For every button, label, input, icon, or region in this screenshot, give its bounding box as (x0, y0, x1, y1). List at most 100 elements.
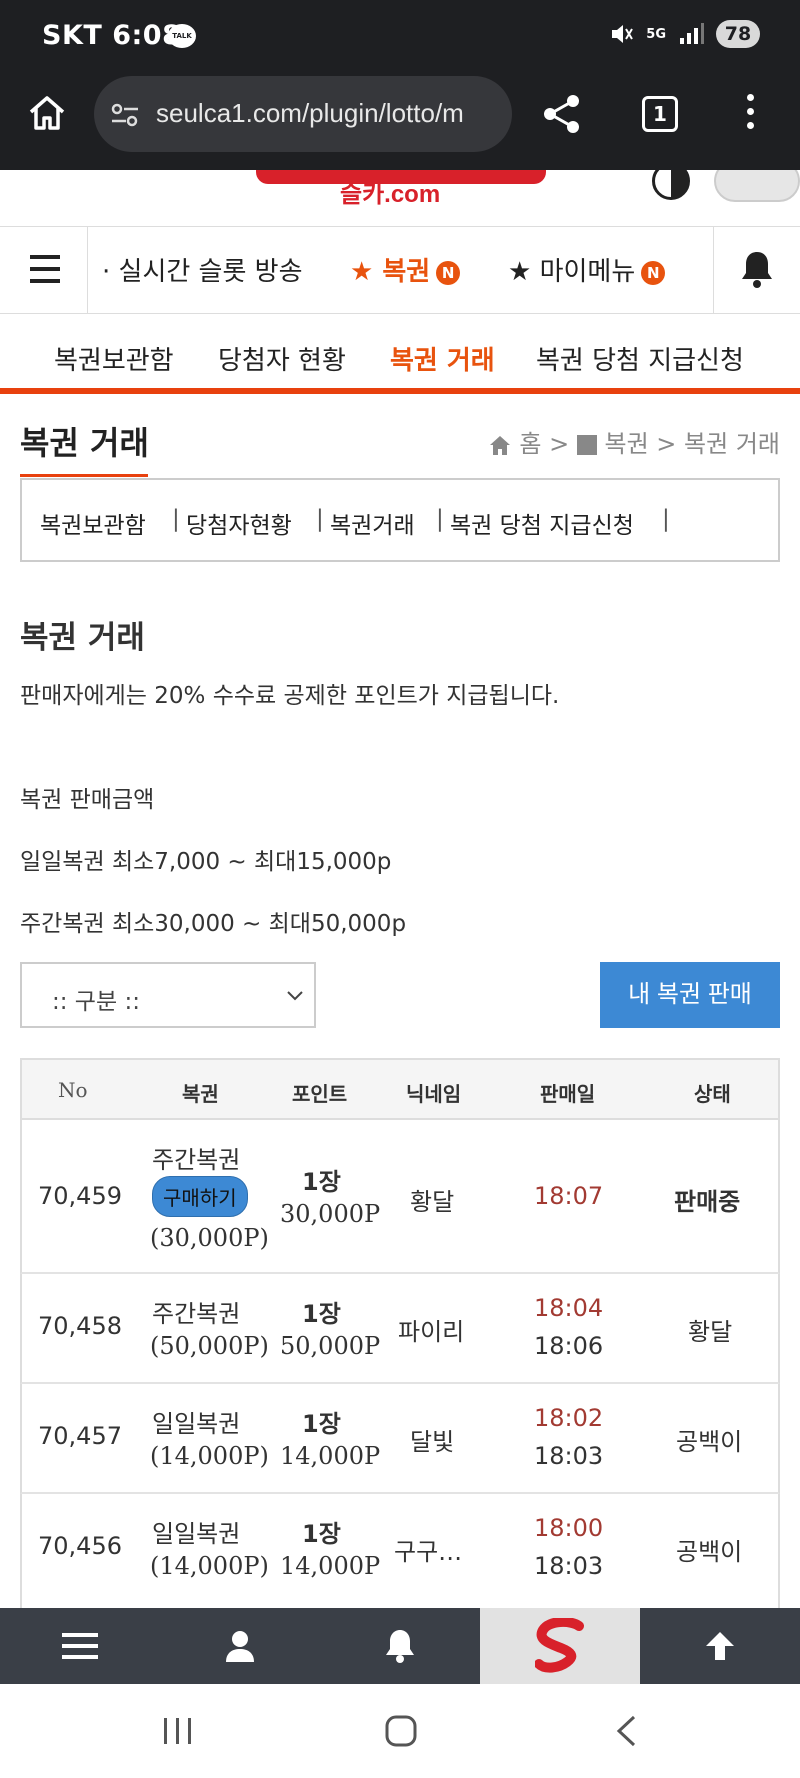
system-navigation-bar (0, 1684, 800, 1778)
square-icon (576, 435, 597, 455)
row-status: 공백이 (676, 1428, 743, 1456)
menu-item-live-slot[interactable]: · 실시간 슬롯 방송 (102, 251, 303, 288)
address-bar[interactable]: seulca1.com/plugin/lotto/m (94, 76, 512, 152)
page-title: 복권 거래 (20, 424, 149, 462)
row-sale-time: 18:00 (534, 1514, 604, 1542)
row-points: 14,000P (280, 1552, 381, 1580)
breadcrumb-home[interactable]: 홈 (519, 430, 541, 458)
hamburger-menu-icon[interactable] (0, 227, 88, 313)
row-lotto-price: (30,000P) (150, 1224, 269, 1252)
new-badge: N (641, 260, 666, 285)
row-qty: 1장 (302, 1168, 341, 1196)
battery-indicator: 78 (716, 20, 760, 48)
category-select-value: :: 구분 :: (52, 989, 140, 1015)
subnav-winners[interactable]: 당첨자 현황 (218, 340, 346, 377)
col-header-points: 포인트 (292, 1082, 348, 1106)
breadcrumb-separator: > (656, 430, 677, 458)
back-icon[interactable] (614, 1714, 638, 1748)
fee-notice: 판매자에게는 20% 수수료 공제한 포인트가 지급됩니다. (20, 683, 560, 709)
row-complete-time: 18:03 (534, 1552, 604, 1580)
more-menu-icon[interactable] (742, 94, 758, 134)
sell-my-lotto-button[interactable]: 내 복권 판매 (600, 962, 780, 1028)
row-sale-time: 18:04 (534, 1294, 604, 1322)
row-nickname[interactable]: 황달 (410, 1182, 454, 1217)
row-no: 70,457 (38, 1422, 122, 1450)
category-select[interactable]: :: 구분 :: (20, 962, 316, 1028)
status-icons: 5G 78 (608, 20, 760, 48)
home-nav-icon[interactable] (384, 1714, 418, 1748)
row-points: 30,000P (280, 1200, 381, 1228)
scroll-to-top-button[interactable] (640, 1608, 800, 1684)
bottom-notification-button[interactable] (320, 1608, 480, 1684)
table-row: 70,459 주간복권 구매하기 (30,000P) 1장 30,000P 황달… (20, 1120, 780, 1274)
main-menu-bar: · 실시간 슬롯 방송 ★ 복권 N ★ 마이메뉴 N (0, 226, 800, 314)
bottom-menu-button[interactable] (0, 1608, 160, 1684)
mute-icon (612, 25, 634, 43)
breadcrumb-separator: > (549, 430, 570, 458)
home-icon[interactable] (26, 92, 68, 134)
divider: | (662, 506, 670, 532)
tab-switcher-button[interactable]: 1 (642, 96, 678, 132)
bottom-site-logo-button[interactable] (480, 1608, 640, 1684)
theme-toggle[interactable] (714, 170, 800, 202)
row-status: 공백이 (676, 1538, 743, 1566)
share-icon[interactable] (540, 92, 584, 136)
quick-link-lotto-box[interactable]: 복권보관함 (40, 506, 146, 540)
section-title: 복권 거래 (20, 620, 145, 656)
row-nickname[interactable]: 달빛 (410, 1422, 454, 1457)
row-points: 50,000P (280, 1332, 381, 1360)
table-row: 70,457 일일복권 (14,000P) 1장 14,000P 달빛 18:0… (20, 1384, 780, 1494)
bottom-user-button[interactable] (160, 1608, 320, 1684)
title-underline (20, 474, 148, 477)
chevron-down-icon (287, 991, 303, 1001)
row-status: 황달 (688, 1318, 733, 1346)
address-bar-row: seulca1.com/plugin/lotto/m 1 (0, 72, 800, 170)
quick-link-winners[interactable]: 당첨자현황 (186, 506, 292, 540)
subnav-payout-request[interactable]: 복권 당첨 지급신청 (536, 340, 744, 377)
row-lotto-price: (14,000P) (150, 1442, 269, 1470)
quick-link-lotto-trade[interactable]: 복권거래 (330, 506, 415, 540)
col-header-no: No (58, 1078, 88, 1102)
signal-icon (680, 23, 704, 44)
menu-items: · 실시간 슬롯 방송 ★ 복권 N ★ 마이메뉴 N (88, 227, 713, 313)
table-header: No 복권 포인트 닉네임 판매일 상태 (20, 1058, 780, 1120)
menu-item-lotto-label: ★ 복권 (350, 257, 431, 287)
col-header-nickname: 닉네임 (406, 1082, 462, 1106)
user-icon (226, 1631, 254, 1662)
weekly-price-range: 주간복권 최소30,000 ~ 최대50,000p (20, 911, 407, 937)
divider: | (172, 506, 180, 532)
site-logo-area: 슬카.com (0, 170, 800, 226)
breadcrumb-section[interactable]: 복권 (604, 430, 648, 458)
site-logo[interactable]: 슬카.com (340, 174, 440, 209)
buy-button[interactable]: 구매하기 (152, 1176, 248, 1217)
menu-item-my-menu[interactable]: ★ 마이메뉴 N (508, 251, 666, 288)
arrow-up-icon (706, 1632, 734, 1660)
row-nickname[interactable]: 구구… (394, 1532, 462, 1567)
dark-mode-icon[interactable] (652, 170, 690, 200)
row-nickname[interactable]: 파이리 (398, 1312, 464, 1347)
lotto-subnav: 복권보관함 당첨자 현황 복권 거래 복권 당첨 지급신청 (0, 314, 800, 394)
row-lotto-type: 일일복권 (152, 1410, 241, 1438)
price-heading: 복권 판매금액 (20, 787, 155, 813)
col-header-sale-date: 판매일 (540, 1082, 596, 1106)
subnav-lotto-trade[interactable]: 복권 거래 (390, 340, 495, 377)
site-settings-icon[interactable] (110, 100, 140, 130)
breadcrumb-current: 복권 거래 (684, 430, 780, 458)
breadcrumb: 홈 > 복권 > 복권 거래 (488, 424, 780, 459)
row-points: 14,000P (280, 1442, 381, 1470)
row-complete-time: 18:03 (534, 1442, 604, 1470)
quick-link-payout-request[interactable]: 복권 당첨 지급신청 (450, 506, 634, 540)
subnav-lotto-box[interactable]: 복권보관함 (54, 340, 174, 377)
daily-price-range: 일일복권 최소7,000 ~ 최대15,000p (20, 849, 392, 875)
carrier-label: SKT (42, 20, 103, 51)
divider: | (436, 506, 444, 532)
notification-bell-button[interactable] (713, 227, 800, 313)
row-no: 70,456 (38, 1532, 122, 1560)
recent-apps-icon[interactable] (162, 1716, 194, 1746)
row-sale-time: 18:07 (534, 1182, 604, 1210)
row-no: 70,459 (38, 1182, 122, 1210)
menu-item-lotto[interactable]: ★ 복권 N (350, 251, 461, 288)
new-badge: N (436, 260, 461, 285)
row-qty: 1장 (302, 1410, 341, 1438)
table-row: 70,458 주간복권 (50,000P) 1장 50,000P 파이리 18:… (20, 1274, 780, 1384)
